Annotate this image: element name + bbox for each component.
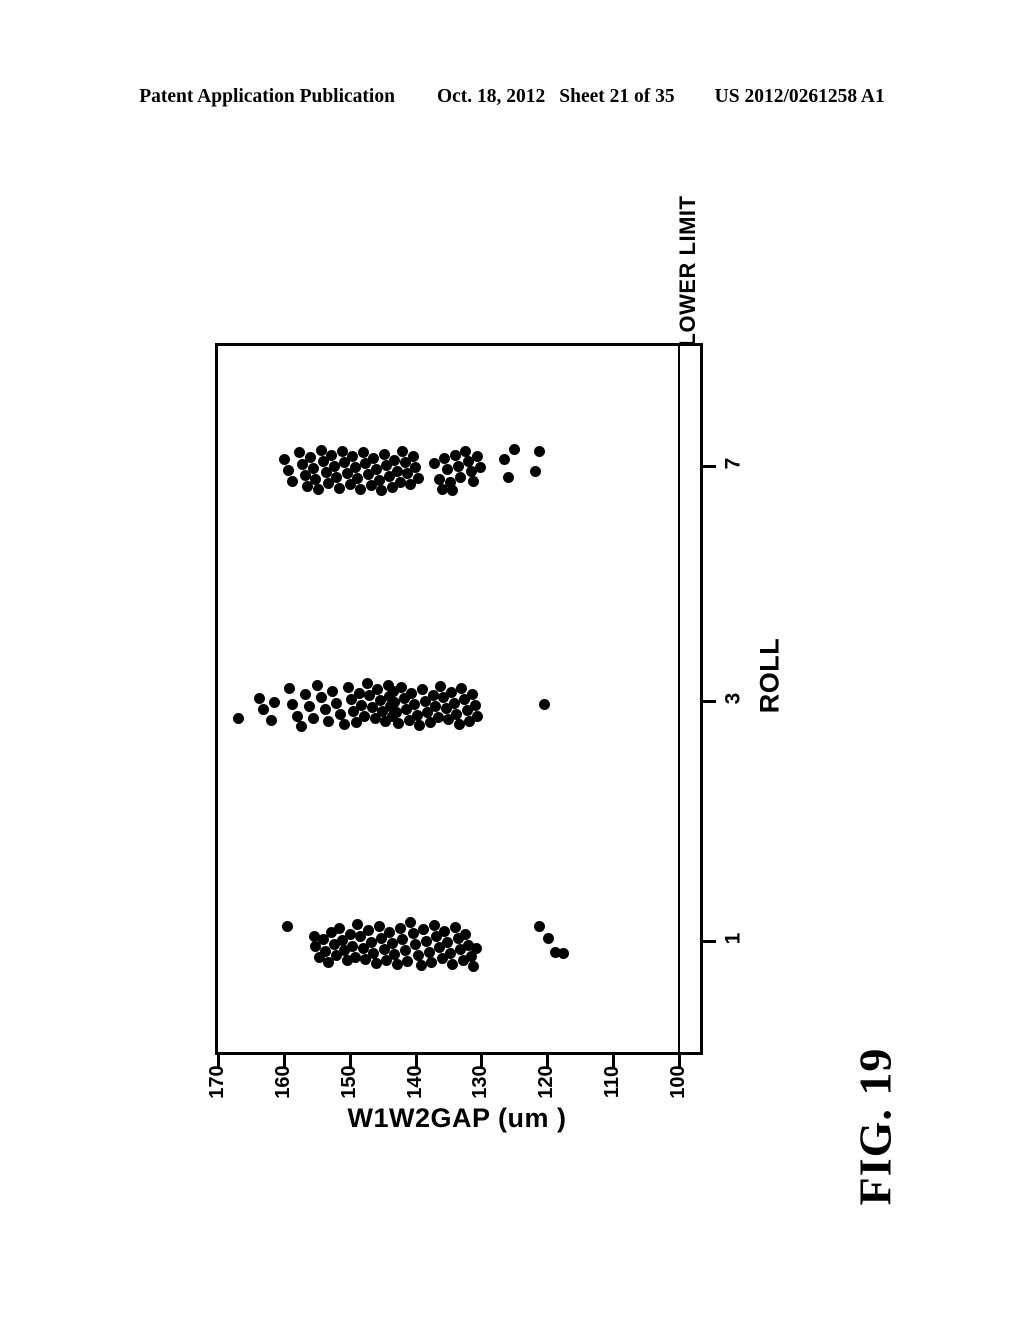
lower-limit-label: LOWER LIMIT <box>675 195 700 347</box>
lower-limit-line <box>678 343 680 1055</box>
value-axis-tick-label-170: 170 <box>206 1065 228 1099</box>
value-axis-title: W1W2GAP (um ) <box>347 1103 567 1133</box>
category-axis-tick-1 <box>703 940 716 943</box>
category-axis-tick-3 <box>703 700 716 703</box>
figure-19: 170 160 150 140 130 120 110 100 137 W1W2GAP (um… <box>0 0 1024 1320</box>
figure-caption: FIG. 19 <box>849 1047 901 1206</box>
category-axis-title: ROLL <box>754 637 785 714</box>
category-axis-tick-label-1: 1 <box>721 932 745 945</box>
value-axis-tick-label-100: 100 <box>667 1065 689 1099</box>
category-axis-tick-label-3: 3 <box>721 692 745 705</box>
plot-frame <box>215 343 703 1055</box>
category-axis-tick-7 <box>703 465 716 468</box>
category-axis-tick-label-7: 7 <box>721 457 745 470</box>
